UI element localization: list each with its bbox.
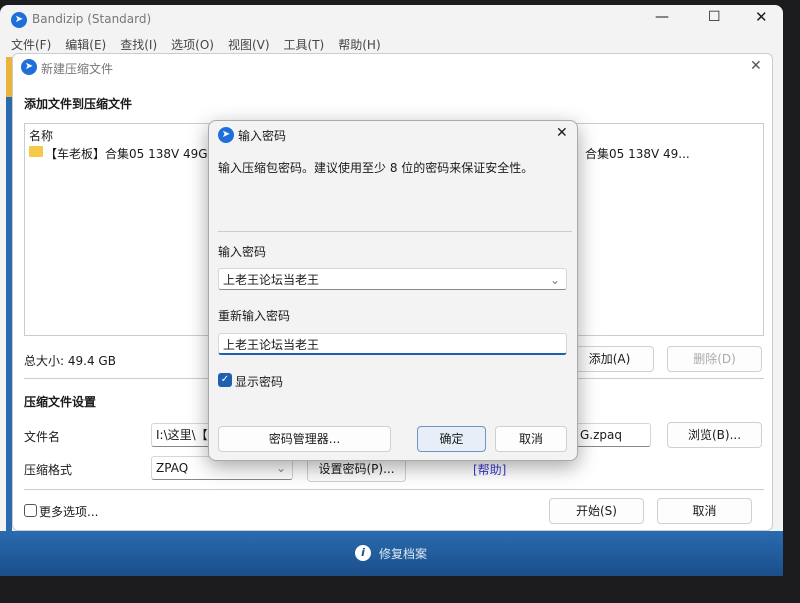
close-icon[interactable]: ✕ <box>556 125 568 141</box>
password-value: 上老王论坛当老王 <box>223 273 320 287</box>
add-button[interactable]: 添加(A) <box>565 346 654 372</box>
menu-options[interactable]: 选项(O) <box>171 38 214 52</box>
window-title: Bandizip (Standard) <box>32 12 152 26</box>
dialog-title: 新建压缩文件 <box>41 62 114 76</box>
more-options-label[interactable]: 更多选项... <box>39 503 98 520</box>
section-heading: 添加文件到压缩文件 <box>24 97 133 111</box>
menu-tools[interactable]: 工具(T) <box>284 38 325 52</box>
status-bar: i 修复档案 <box>0 531 783 576</box>
dialog-title: 输入密码 <box>238 129 287 143</box>
password-manager-button[interactable]: 密码管理器... <box>218 426 391 452</box>
list-item[interactable]: 【车老板】合集05 138V 49G <box>45 145 208 162</box>
repair-archive-link[interactable]: 修复档案 <box>379 545 427 562</box>
delete-button[interactable]: 删除(D) <box>667 346 762 372</box>
start-button[interactable]: 开始(S) <box>549 498 644 524</box>
filename-value: I:\这里\【 <box>156 428 208 442</box>
info-icon: i <box>355 545 371 561</box>
ok-button[interactable]: 确定 <box>417 426 486 452</box>
menu-file[interactable]: 文件(F) <box>11 38 51 52</box>
total-size: 总大小: 49.4 GB <box>24 354 116 368</box>
menu-help[interactable]: 帮助(H) <box>338 38 380 52</box>
chevron-down-icon[interactable]: ⌄ <box>550 269 560 289</box>
password-dialog: ➤ 输入密码 ✕ 输入压缩包密码。建议使用至少 8 位的密码来保证安全性。 输入… <box>208 120 578 461</box>
browse-button[interactable]: 浏览(B)... <box>667 422 762 448</box>
minimize-icon[interactable]: — <box>655 9 669 25</box>
dialog-description: 输入压缩包密码。建议使用至少 8 位的密码来保证安全性。 <box>218 161 534 175</box>
folder-icon <box>29 146 43 157</box>
confirm-password-label: 重新输入密码 <box>218 309 291 323</box>
filename-value-end: G.zpaq <box>580 428 622 442</box>
password-label: 输入密码 <box>218 245 267 259</box>
bandizip-logo-icon: ➤ <box>21 59 37 75</box>
bandizip-logo-icon: ➤ <box>11 12 27 28</box>
help-link[interactable]: [帮助] <box>473 461 506 478</box>
filename-label: 文件名 <box>24 430 61 444</box>
menu-bar: 文件(F) 编辑(E) 查找(I) 选项(O) 视图(V) 工具(T) 帮助(H) <box>11 36 395 53</box>
cancel-button[interactable]: 取消 <box>657 498 752 524</box>
list-item-overflow: 合集05 138V 49... <box>585 147 690 161</box>
show-password-checkbox[interactable]: ✓ <box>218 373 232 387</box>
menu-view[interactable]: 视图(V) <box>228 38 270 52</box>
format-label: 压缩格式 <box>24 463 73 477</box>
section-heading: 压缩文件设置 <box>24 395 97 409</box>
bandizip-logo-icon: ➤ <box>218 127 234 143</box>
menu-find[interactable]: 查找(I) <box>120 38 157 52</box>
more-options-checkbox[interactable] <box>24 504 37 517</box>
column-header-name[interactable]: 名称 <box>29 127 53 144</box>
menu-edit[interactable]: 编辑(E) <box>65 38 106 52</box>
show-password-label[interactable]: 显示密码 <box>235 373 283 390</box>
cancel-button[interactable]: 取消 <box>495 426 567 452</box>
password-input[interactable]: 上老王论坛当老王 ⌄ <box>218 268 567 290</box>
title-bar: ➤ Bandizip (Standard) — ☐ ✕ <box>0 5 783 35</box>
close-icon[interactable]: ✕ <box>755 8 768 26</box>
confirm-password-value: 上老王论坛当老王 <box>223 338 320 352</box>
maximize-icon[interactable]: ☐ <box>708 9 721 25</box>
confirm-password-input[interactable]: 上老王论坛当老王 <box>218 333 567 355</box>
close-icon[interactable]: ✕ <box>750 58 762 74</box>
format-value: ZPAQ <box>156 461 189 475</box>
